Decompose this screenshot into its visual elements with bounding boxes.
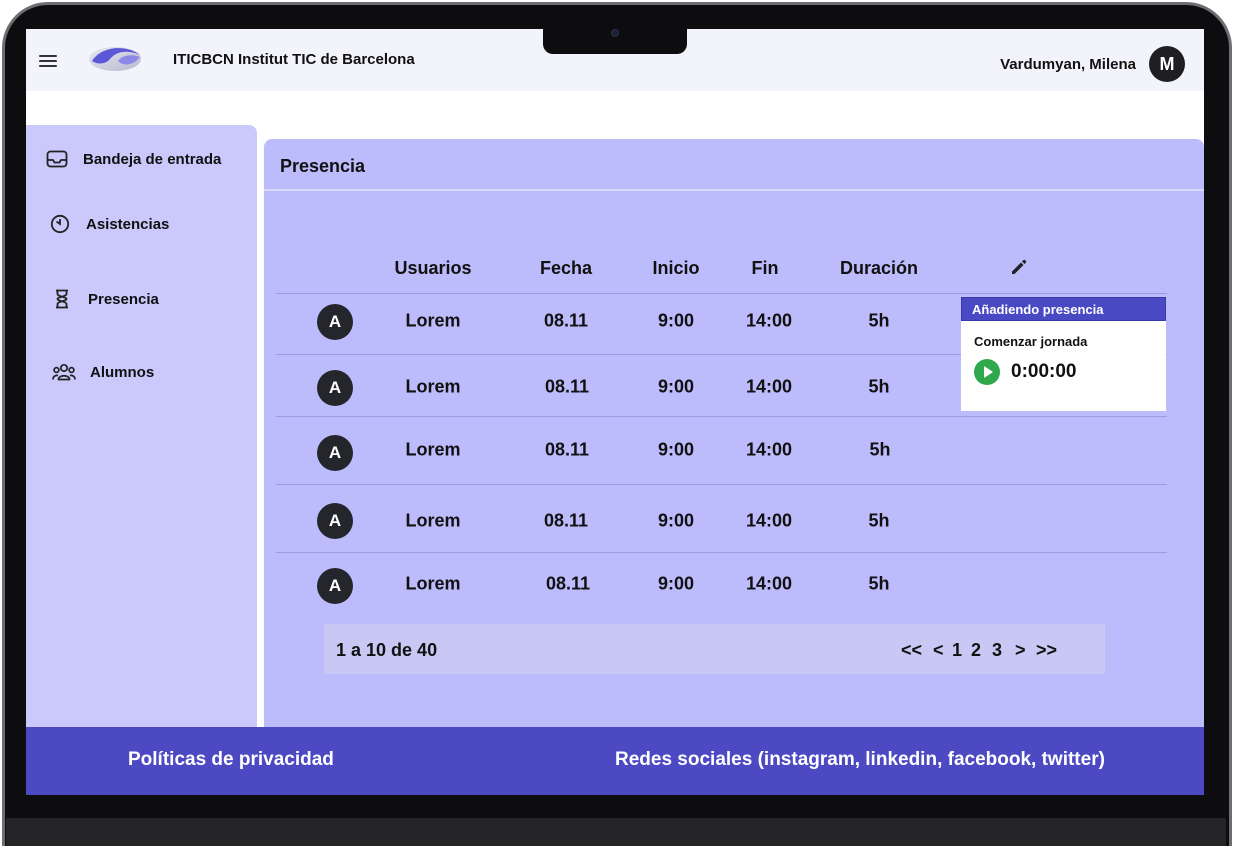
cell-inicio: 9:00: [657, 310, 695, 331]
cell-fecha: 08.11: [543, 310, 589, 331]
cell-fecha: 08.11: [544, 376, 590, 397]
pagination-info: 1 a 10 de 40: [336, 640, 438, 660]
laptop-frame: ITICBCN Institut TIC de Barcelona Vardum…: [0, 0, 1234, 846]
edit-pencil-icon[interactable]: [1010, 258, 1028, 276]
cell-fecha: 08.11: [543, 510, 589, 531]
row-avatar: A: [317, 568, 353, 604]
social-networks-link[interactable]: Redes sociales (instagram, linkedin, fac…: [615, 749, 1105, 771]
play-button[interactable]: [974, 359, 1000, 385]
user-name: Vardumyan, Milena: [1000, 56, 1136, 73]
column-header-usuarios[interactable]: Usuarios: [394, 258, 471, 279]
timer-icon: [48, 212, 72, 236]
pagination-bar: 1 a 10 de 40 << < 1 2 3 > >>: [324, 624, 1105, 674]
first-page-button[interactable]: <<: [901, 640, 922, 661]
column-header-duracion[interactable]: Duración: [840, 258, 918, 279]
sidebar-item-inbox[interactable]: Bandeja de entrada: [45, 142, 221, 176]
popup-title: Añadiendo presencia: [961, 297, 1166, 321]
row-avatar: A: [317, 435, 353, 471]
privacy-policy-link[interactable]: Políticas de privacidad: [128, 749, 334, 771]
footer: Políticas de privacidad Redes sociales (…: [26, 727, 1204, 795]
camera-notch: [543, 28, 687, 54]
next-page-button[interactable]: >: [1015, 640, 1026, 661]
cell-fin: 14:00: [745, 573, 793, 594]
column-header-fin[interactable]: Fin: [752, 258, 779, 279]
camera-icon: [611, 29, 619, 37]
cell-fin: 14:00: [745, 510, 793, 531]
laptop-base: [6, 818, 1226, 846]
cell-usuario: Lorem: [405, 573, 461, 594]
cell-inicio: 9:00: [657, 376, 695, 397]
page-1-button[interactable]: 1: [952, 640, 962, 661]
hourglass-icon: [50, 287, 74, 311]
cell-fin: 14:00: [745, 376, 793, 397]
popup-subtitle: Comenzar jornada: [974, 334, 1088, 349]
org-name: ITICBCN Institut TIC de Barcelona: [173, 51, 415, 68]
column-header-inicio[interactable]: Inicio: [652, 258, 699, 279]
row-divider: [276, 293, 1167, 294]
sidebar-item-alumnos[interactable]: Alumnos: [52, 355, 154, 389]
cell-usuario: Lorem: [405, 439, 461, 460]
sidebar-item-label: Presencia: [88, 290, 159, 308]
presencia-panel: Presencia Usuarios Fecha Inicio Fin Dura…: [264, 139, 1204, 735]
user-avatar[interactable]: M: [1149, 46, 1185, 82]
app-screen: ITICBCN Institut TIC de Barcelona Vardum…: [26, 29, 1204, 795]
row-avatar: A: [317, 370, 353, 406]
cell-fin: 14:00: [745, 310, 793, 331]
institute-logo: [89, 47, 141, 71]
cell-duracion: 5h: [868, 573, 890, 594]
inbox-icon: [45, 147, 69, 171]
sidebar-item-label: Alumnos: [90, 363, 155, 381]
row-avatar: A: [317, 304, 353, 340]
sidebar-item-presencia[interactable]: Presencia: [50, 282, 159, 316]
sidebar-item-label: Asistencias: [86, 215, 170, 233]
row-divider: [276, 552, 1167, 553]
row-divider: [276, 416, 1167, 417]
sidebar: Bandeja de entrada Asistencias Presencia…: [26, 125, 257, 735]
cell-duracion: 5h: [869, 439, 891, 460]
group-icon: [52, 360, 76, 384]
sidebar-item-label: Bandeja de entrada: [83, 150, 222, 168]
column-header-fecha[interactable]: Fecha: [540, 258, 592, 279]
cell-inicio: 9:00: [657, 439, 695, 460]
timer-display: 0:00:00: [1011, 361, 1077, 382]
cell-duracion: 5h: [868, 310, 890, 331]
hamburger-menu-icon[interactable]: [39, 55, 57, 67]
row-divider: [276, 484, 1167, 485]
panel-header: Presencia: [264, 139, 1204, 191]
cell-duracion: 5h: [868, 376, 890, 397]
last-page-button[interactable]: >>: [1036, 640, 1057, 661]
cell-inicio: 9:00: [657, 573, 695, 594]
cell-fin: 14:00: [745, 439, 793, 460]
page-title: Presencia: [280, 156, 366, 176]
sidebar-item-asistencias[interactable]: Asistencias: [48, 207, 169, 241]
cell-usuario: Lorem: [405, 310, 461, 331]
cell-usuario: Lorem: [405, 510, 461, 531]
cell-inicio: 9:00: [657, 510, 695, 531]
prev-page-button[interactable]: <: [933, 640, 944, 661]
add-presence-popup: Añadiendo presencia Comenzar jornada 0:0…: [961, 297, 1166, 411]
row-avatar: A: [317, 503, 353, 539]
cell-fecha: 08.11: [544, 439, 590, 460]
page-3-button[interactable]: 3: [992, 640, 1002, 661]
cell-usuario: Lorem: [405, 376, 461, 397]
cell-duracion: 5h: [868, 510, 890, 531]
page-2-button[interactable]: 2: [971, 640, 981, 661]
cell-fecha: 08.11: [545, 573, 591, 594]
